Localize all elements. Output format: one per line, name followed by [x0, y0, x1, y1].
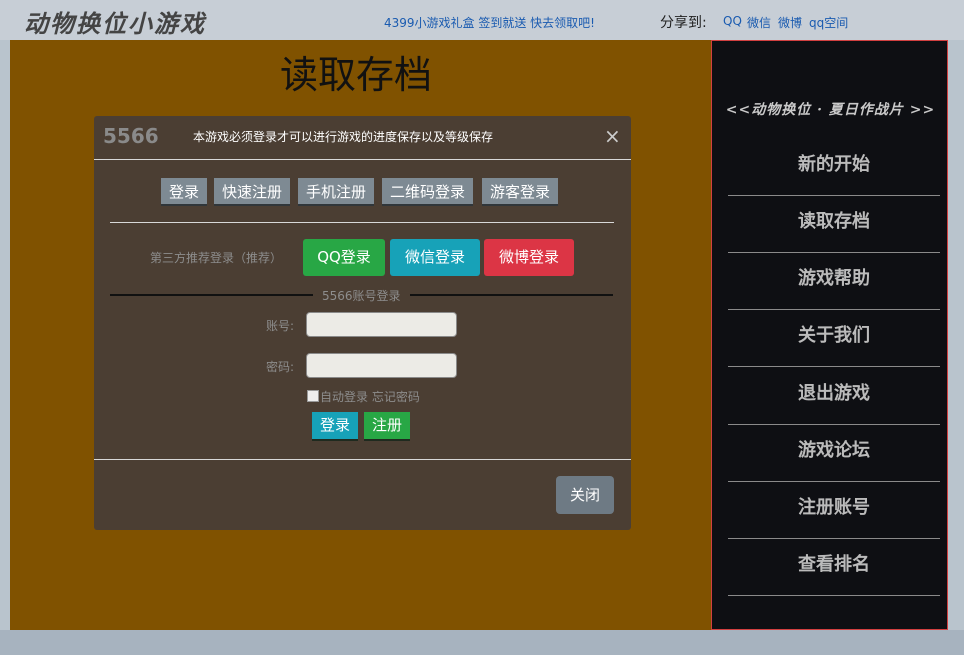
menu-heading: <<动物换位 · 夏日作战片 >>: [725, 102, 936, 118]
auto-login-label[interactable]: 自动登录: [320, 390, 368, 404]
close-button[interactable]: 关闭: [556, 476, 614, 514]
qq-login-button[interactable]: QQ登录: [303, 239, 385, 276]
share-weibo-link[interactable]: 微博: [778, 14, 802, 31]
share-label: 分享到:: [660, 15, 707, 31]
wechat-login-button[interactable]: 微信登录: [390, 239, 480, 276]
close-icon[interactable]: ×: [604, 124, 621, 148]
tab-guest-login[interactable]: 游客登录: [482, 178, 559, 206]
site-logo[interactable]: 动物换位小游戏: [24, 4, 206, 39]
share-qzone-link[interactable]: qq空间: [809, 14, 848, 31]
register-button[interactable]: 注册: [364, 412, 411, 441]
menu-item-help[interactable]: 游戏帮助: [728, 253, 940, 310]
third-party-label: 第三方推荐登录（推荐）: [150, 251, 283, 265]
menu-item-register[interactable]: 注册账号: [728, 482, 940, 539]
password-input[interactable]: [306, 353, 457, 378]
forgot-password-link[interactable]: 忘记密码: [372, 390, 420, 404]
section-line-left: [110, 294, 313, 296]
menu-item-forum[interactable]: 游戏论坛: [728, 425, 940, 482]
tab-phone-register[interactable]: 手机注册: [298, 178, 375, 206]
top-bar: 动物换位小游戏 4399小游戏礼盒 签到就送 快去领取吧! 分享到: QQ 微信…: [0, 0, 964, 40]
share-wechat-link[interactable]: 微信: [747, 14, 771, 31]
dialog-logo: 5566: [103, 124, 159, 148]
login-button[interactable]: 登录: [312, 412, 359, 441]
login-dialog: 5566 本游戏必须登录才可以进行游戏的进度保存以及等级保存 × 登录 快速注册…: [94, 116, 631, 530]
menu-item-new-game[interactable]: 新的开始: [728, 139, 940, 196]
header-divider: [94, 159, 631, 160]
tab-login[interactable]: 登录: [161, 178, 208, 206]
menu-item-exit[interactable]: 退出游戏: [728, 368, 940, 425]
account-input[interactable]: [306, 312, 457, 337]
section-line-right: [410, 294, 613, 296]
share-qq-link[interactable]: QQ: [723, 14, 742, 28]
game-menu: <<动物换位 · 夏日作战片 >> 新的开始 读取存档 游戏帮助 关于我们 退出…: [711, 40, 948, 630]
tab-quick-register[interactable]: 快速注册: [214, 178, 291, 206]
menu-item-load-save[interactable]: 读取存档: [728, 196, 940, 253]
stage-title: 读取存档: [280, 53, 433, 97]
account-label: 账号:: [266, 319, 295, 333]
tabs-divider: [110, 222, 614, 223]
tab-qrcode-login[interactable]: 二维码登录: [382, 178, 474, 206]
login-options: 自动登录 忘记密码: [307, 388, 420, 405]
password-label: 密码:: [266, 360, 295, 374]
auto-login-checkbox[interactable]: [307, 390, 319, 402]
promo-link[interactable]: 4399小游戏礼盒 签到就送 快去领取吧!: [384, 14, 595, 31]
account-section-label: 5566账号登录: [322, 289, 401, 303]
menu-item-ranking[interactable]: 查看排名: [728, 539, 940, 596]
weibo-login-button[interactable]: 微博登录: [484, 239, 574, 276]
dialog-notice: 本游戏必须登录才可以进行游戏的进度保存以及等级保存: [193, 130, 494, 144]
bottom-strip: [0, 630, 964, 655]
menu-item-about[interactable]: 关于我们: [728, 310, 940, 367]
footer-divider: [94, 459, 631, 460]
